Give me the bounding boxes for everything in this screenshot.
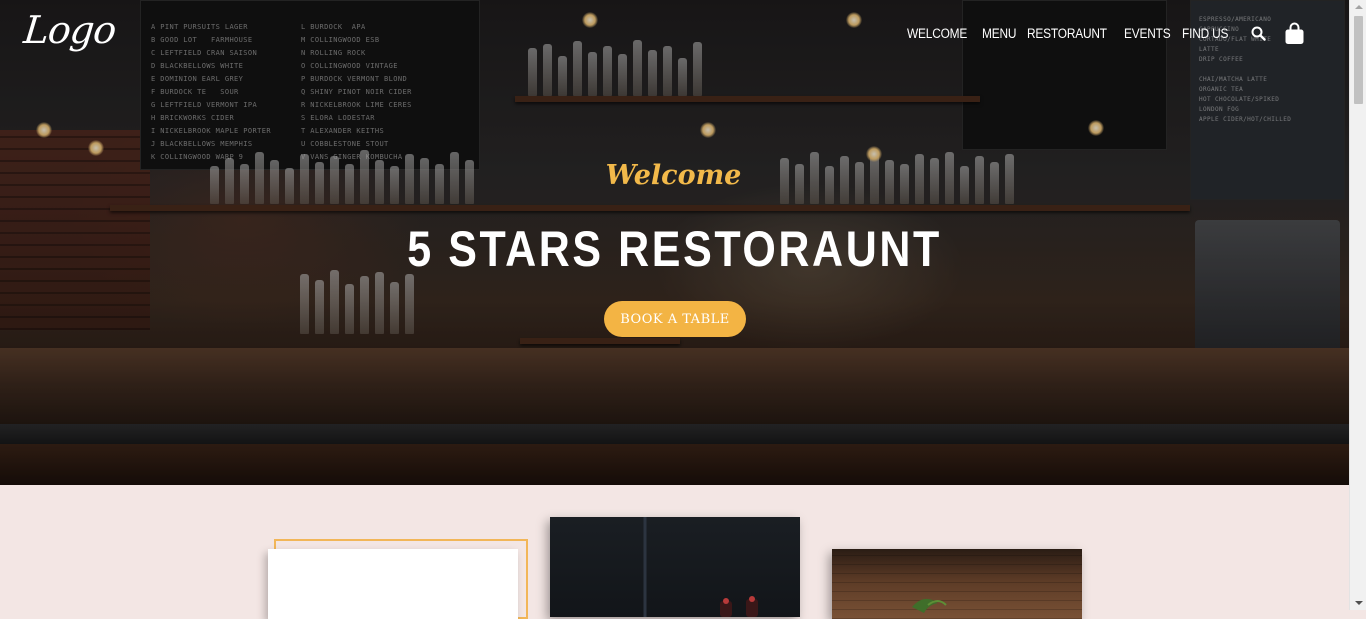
feature-card-drinks-image[interactable] bbox=[550, 517, 800, 617]
scrollbar-thumb[interactable] bbox=[1354, 16, 1363, 104]
scroll-up-arrow-icon[interactable] bbox=[1355, 5, 1363, 9]
page-scrollbar[interactable] bbox=[1349, 0, 1366, 610]
food-image-art bbox=[912, 598, 947, 613]
nav-item-find-us[interactable]: FIND US bbox=[1182, 26, 1228, 41]
feature-card-white[interactable] bbox=[268, 549, 518, 619]
nav-item-restoraunt[interactable]: RESTORAUNT bbox=[1027, 26, 1107, 41]
nav-item-welcome[interactable]: WELCOME bbox=[907, 26, 967, 41]
nav-item-events[interactable]: EVENTS bbox=[1124, 26, 1171, 41]
scroll-down-arrow-icon[interactable] bbox=[1355, 601, 1363, 605]
hero-section: A PINT PURSUITS LAGER B GOOD LOT FARMHOU… bbox=[0, 0, 1349, 485]
page-title: 5 STARS RESTORAUNT bbox=[407, 221, 942, 277]
feature-card-food-image[interactable] bbox=[832, 549, 1082, 619]
main-navigation: WELCOME MENU RESTORAUNT EVENTS FIND US bbox=[907, 22, 1305, 45]
nav-item-menu[interactable]: MENU bbox=[982, 26, 1016, 41]
drinks-image-art bbox=[643, 517, 758, 617]
search-icon[interactable] bbox=[1251, 26, 1266, 41]
welcome-heading: Welcome bbox=[605, 160, 742, 191]
book-a-table-button[interactable]: BOOK A TABLE bbox=[604, 301, 746, 337]
shopping-bag-icon[interactable] bbox=[1284, 22, 1305, 45]
site-logo[interactable]: Logo bbox=[22, 8, 118, 52]
